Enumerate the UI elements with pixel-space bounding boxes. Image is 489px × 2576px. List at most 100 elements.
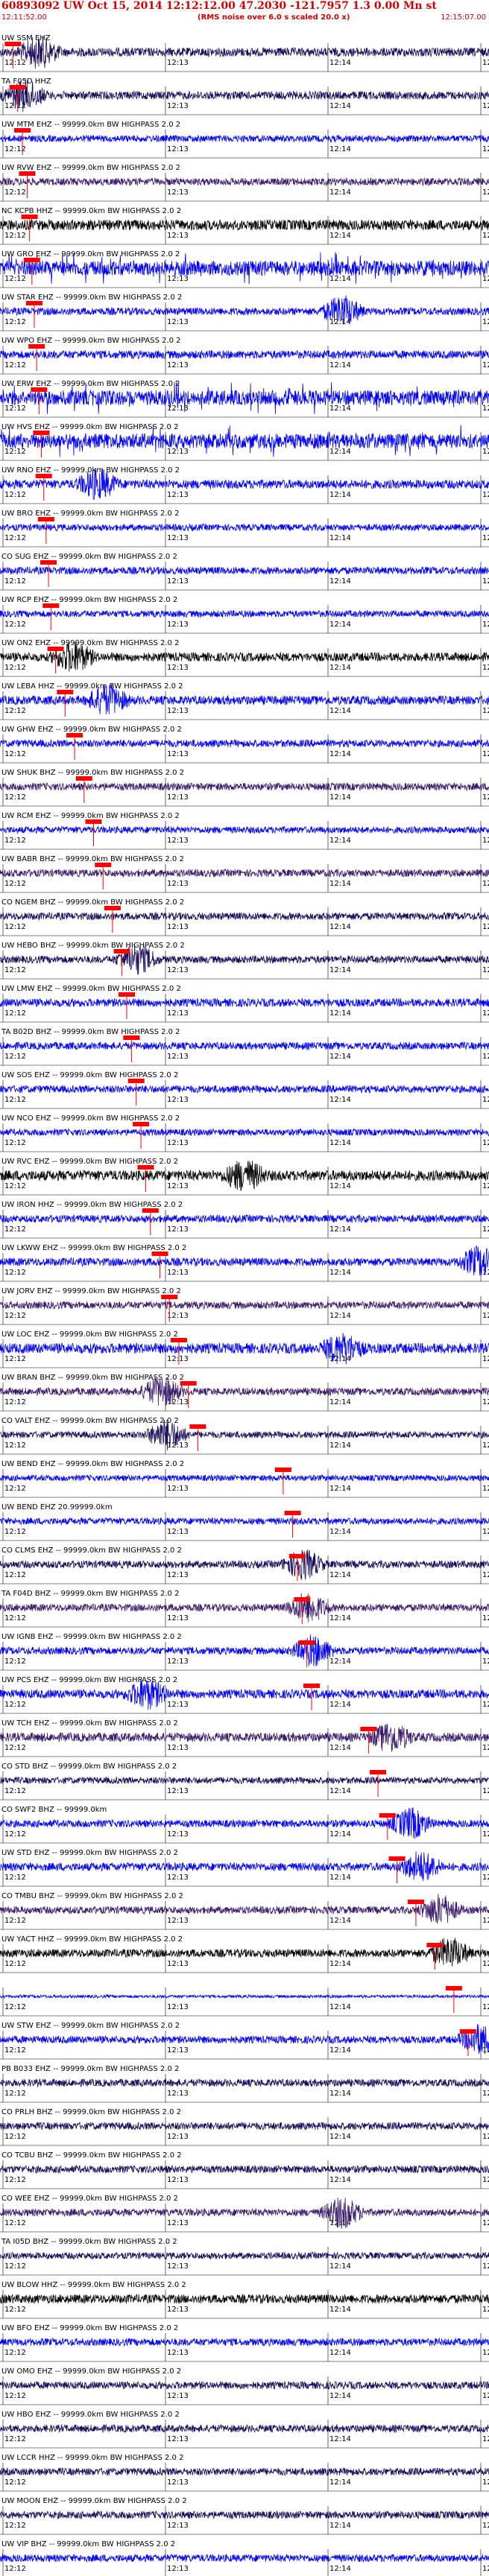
- waveform: [0, 2466, 489, 2477]
- tick-label: 12:13: [167, 1874, 189, 1882]
- trace-14: UW ON2 EHZ -- 99999.0km BW HIGHPASS 2.0 …: [0, 639, 489, 677]
- trace-label: UW GHW EHZ -- 99999.0km BW HIGHPASS 2.0 …: [1, 726, 182, 734]
- tick-label: 12:12: [4, 2435, 26, 2443]
- waveform: [0, 1993, 489, 1999]
- tick-label: 12:13: [167, 448, 189, 456]
- tick-label: 12:12: [4, 664, 26, 672]
- tick-label: 12:14: [329, 275, 351, 283]
- tick-label: 12:14: [329, 1614, 351, 1622]
- trace-label: UW TCH EHZ -- 99999.0km BW HIGHPASS 2.0 …: [1, 1719, 178, 1728]
- pick-marker: [25, 301, 42, 305]
- tick-label: 12:13: [167, 2090, 189, 2098]
- waveform: [0, 1517, 489, 1526]
- tick-label: 12:13: [167, 1528, 189, 1536]
- pick-marker: [42, 603, 60, 608]
- pick-marker: [127, 1079, 145, 1083]
- tick-label: 12:14: [329, 880, 351, 888]
- pick-marker: [388, 1856, 406, 1861]
- tick-label: 12:14: [329, 1485, 351, 1493]
- trace-45: 12:12 12:13 12:14 12:1: [0, 1986, 489, 2017]
- trace-22: UW LMW EHZ -- 99999.0km BW HIGHPASS 2.0 …: [0, 985, 489, 1023]
- tick-label: 12:13: [167, 1657, 189, 1666]
- tick-label: 12:13: [167, 2306, 189, 2314]
- tick-label: 12:13: [167, 232, 189, 240]
- tick-label: 12:14: [329, 2435, 351, 2443]
- trace-32: CO VALT EHZ -- 99999.0km BW HIGHPASS 2.0…: [0, 1417, 489, 1455]
- tick-label: 12:13: [167, 923, 189, 931]
- waveform: [0, 2078, 489, 2088]
- tick-label: 12:1: [482, 232, 489, 240]
- waveform: [0, 523, 489, 532]
- pick-marker: [66, 733, 83, 737]
- trace-30: UW LOC EHZ -- 99999.0km BW HIGHPASS 2.0 …: [0, 1330, 489, 1368]
- waveform: [0, 2553, 489, 2563]
- trace-label: UW MOON EHZ -- 99999.0km BW HIGHPASS 2.0…: [1, 2497, 187, 2505]
- tick-label: 12:12: [4, 1657, 26, 1666]
- trace-37: UW IGNB EHZ -- 99999.0km BW HIGHPASS 2.0…: [0, 1633, 489, 1671]
- waveform: [0, 79, 489, 112]
- tick-label: 12:1: [482, 577, 489, 586]
- tick-label: 12:13: [167, 2003, 189, 2011]
- tick-label: 12:1: [482, 2090, 489, 2098]
- tick-label: 12:14: [329, 577, 351, 586]
- pick-marker: [14, 128, 31, 133]
- tick-label: 12:13: [167, 2522, 189, 2530]
- tick-label: 12:12: [4, 405, 26, 413]
- pick-marker: [151, 1251, 168, 1256]
- tick-label: 12:14: [329, 1096, 351, 1104]
- tick-label: 12:14: [329, 448, 351, 456]
- pick-marker: [142, 1208, 159, 1213]
- tick-label: 12:13: [167, 880, 189, 888]
- trace-label: UW WPO EHZ -- 99999.0km BW HIGHPASS 2.0 …: [1, 337, 181, 345]
- tick-label: 12:14: [329, 1182, 351, 1190]
- tick-label: 12:13: [167, 2219, 189, 2227]
- trace-label: UW YACT HHZ -- 99999.0km BW HIGHPASS 2.0…: [1, 1935, 183, 1944]
- tick-label: 12:13: [167, 361, 189, 369]
- tick-label: 12:12: [4, 275, 26, 283]
- tick-label: 12:14: [329, 102, 351, 110]
- waveform: [0, 1128, 489, 1137]
- tick-label: 12:13: [167, 1312, 189, 1320]
- tick-label: 12:12: [4, 59, 26, 67]
- tick-label: 12:13: [167, 2046, 189, 2055]
- tick-label: 12:1: [482, 145, 489, 153]
- trace-15: UW LEBA HHZ -- 99999.0km BW HIGHPASS 2.0…: [0, 682, 489, 720]
- tick-label: 12:13: [167, 275, 189, 283]
- tick-label: 12:12: [4, 923, 26, 931]
- tick-label: 12:14: [329, 2306, 351, 2314]
- tick-label: 12:13: [167, 1139, 189, 1147]
- tick-label: 12:1: [482, 1571, 489, 1579]
- tick-label: 12:13: [167, 2176, 189, 2184]
- waveform: [0, 36, 489, 69]
- tick-label: 12:12: [4, 1917, 26, 1925]
- waveform: [0, 2337, 489, 2347]
- trace-label: UW VIP BHZ -- 99999.0km BW HIGHPASS 2.0 …: [1, 2540, 175, 2548]
- pick-marker: [370, 1770, 387, 1774]
- tick-label: 12:13: [167, 837, 189, 845]
- tick-label: 12:14: [329, 750, 351, 758]
- tick-label: 12:1: [482, 837, 489, 845]
- tick-label: 12:1: [482, 2392, 489, 2400]
- tick-label: 12:1: [482, 102, 489, 110]
- tick-label: 12:12: [4, 1441, 26, 1450]
- trace-39: UW TCH EHZ -- 99999.0km BW HIGHPASS 2.0 …: [0, 1719, 489, 1757]
- tick-label: 12:13: [167, 1225, 189, 1234]
- tick-label: 12:1: [482, 923, 489, 931]
- tick-label: 12:12: [4, 361, 26, 369]
- tick-label: 12:13: [167, 145, 189, 153]
- trace-40: CO STD BHZ -- 99999.0km BW HIGHPASS 2.0 …: [0, 1763, 489, 1801]
- tick-label: 12:1: [482, 1139, 489, 1147]
- trace-43: CO TMBU BHZ -- 99999.0km BW HIGHPASS 2.0…: [0, 1892, 489, 1930]
- tick-label: 12:14: [329, 405, 351, 413]
- trace-6: UW STAR EHZ -- 99999.0km BW HIGHPASS 2.0…: [0, 294, 489, 331]
- trace-label: CO WEE EHZ -- 99999.0km BW HIGHPASS 2.0 …: [1, 2195, 178, 2203]
- tick-label: 12:14: [329, 1744, 351, 1752]
- tick-label: 12:12: [4, 2306, 26, 2314]
- pick-marker: [28, 344, 45, 349]
- tick-label: 12:12: [4, 707, 26, 715]
- tick-label: 12:14: [329, 1657, 351, 1666]
- tick-label: 12:13: [167, 1571, 189, 1579]
- trace-47: PB B033 EHZ -- 99999.0km BW HIGHPASS 2.0…: [0, 2065, 489, 2103]
- tick-label: 12:13: [167, 621, 189, 629]
- tick-label: 12:12: [4, 232, 26, 240]
